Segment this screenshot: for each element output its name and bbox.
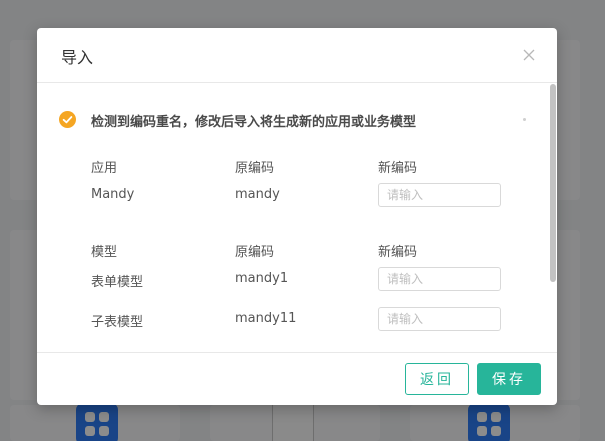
model-column-header: 模型 bbox=[91, 245, 118, 260]
dialog-title: 导入 bbox=[61, 48, 94, 67]
scrollbar-thumb[interactable] bbox=[550, 84, 556, 282]
close-icon[interactable] bbox=[521, 47, 537, 63]
app-name: Mandy bbox=[91, 187, 135, 202]
dialog-scrollbar[interactable] bbox=[550, 84, 556, 352]
duplicate-code-notice: 检测到编码重名，修改后导入将生成新的应用或业务模型 bbox=[91, 115, 417, 130]
model-new-code-input[interactable] bbox=[378, 307, 501, 331]
decorative-dot bbox=[523, 118, 526, 121]
back-button[interactable]: 返回 bbox=[405, 363, 469, 395]
model-name: 表单模型 bbox=[91, 275, 144, 290]
dialog-body: 检测到编码重名，修改后导入将生成新的应用或业务模型 应用 原编码 新编码 Man… bbox=[37, 84, 557, 352]
dialog-header: 导入 bbox=[37, 28, 557, 83]
app-original-code: mandy bbox=[235, 187, 280, 202]
app-new-code-input[interactable] bbox=[378, 183, 501, 207]
model-original-code: mandy1 bbox=[235, 271, 289, 286]
dialog-footer: 返回 保存 bbox=[37, 352, 557, 405]
app-column-header: 应用 bbox=[91, 161, 118, 176]
model-name: 子表模型 bbox=[91, 315, 144, 330]
model-original-code: mandy11 bbox=[235, 311, 297, 326]
model-new-code-input[interactable] bbox=[378, 267, 501, 291]
new-code-column-header: 新编码 bbox=[378, 161, 418, 176]
save-button[interactable]: 保存 bbox=[477, 363, 541, 395]
original-code-column-header: 原编码 bbox=[235, 161, 275, 176]
check-circle-icon bbox=[59, 111, 76, 128]
original-code-column-header: 原编码 bbox=[235, 245, 275, 260]
new-code-column-header: 新编码 bbox=[378, 245, 418, 260]
import-dialog: 导入 检测到编码重名，修改后导入将生成新的应用或业务模型 应用 原编码 新编码 … bbox=[37, 28, 557, 405]
